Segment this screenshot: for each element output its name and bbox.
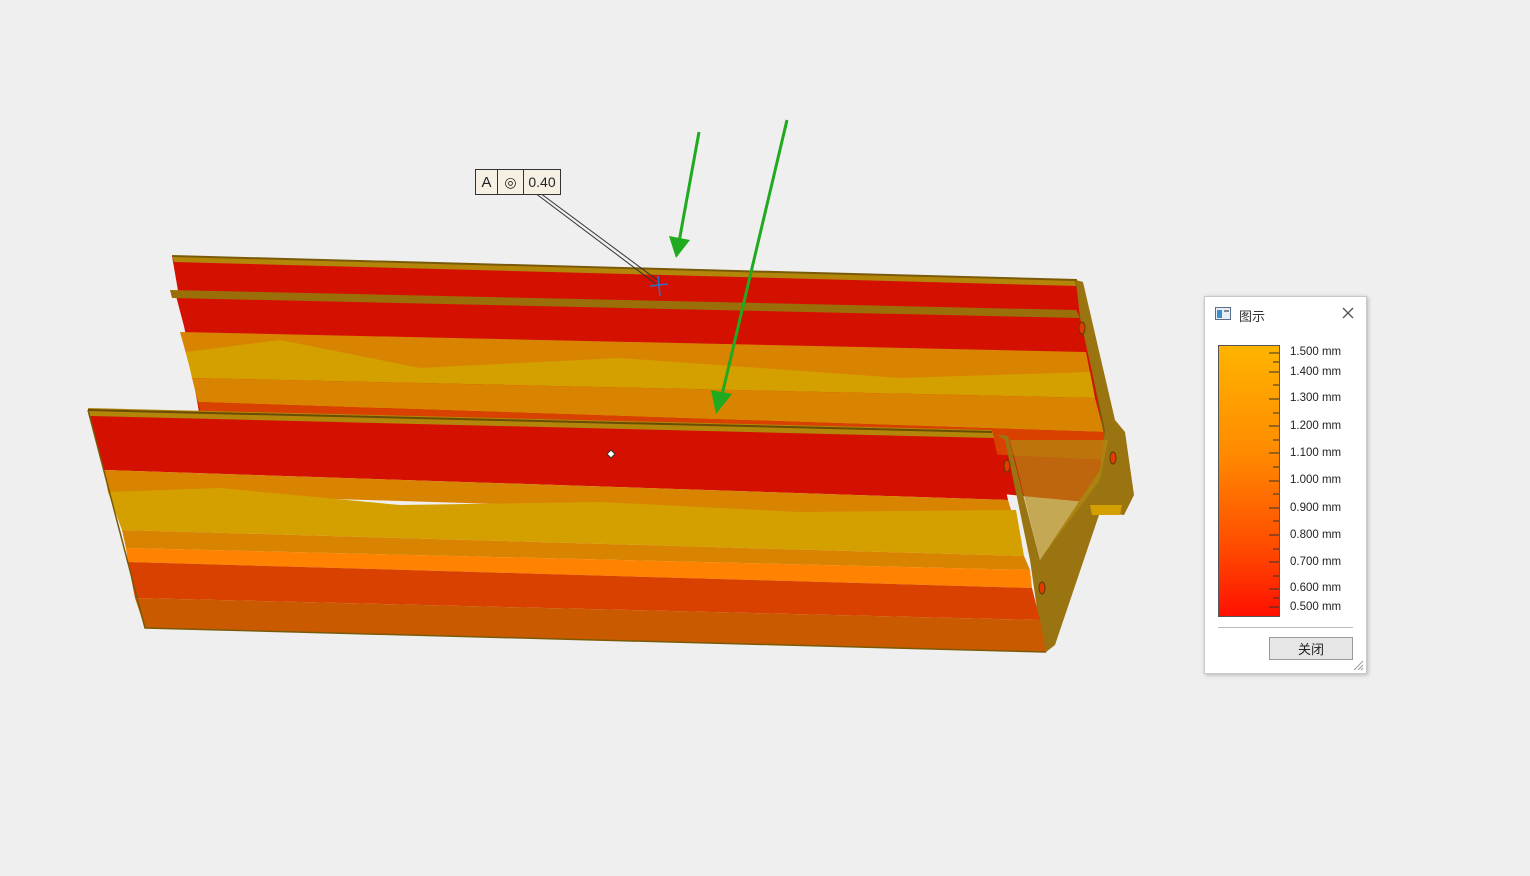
legend-titlebar[interactable]: 图示 bbox=[1205, 297, 1366, 331]
concentricity-icon: ◎ bbox=[498, 170, 524, 194]
legend-label: 1.300 mm bbox=[1290, 392, 1342, 404]
legend-label: 0.800 mm bbox=[1290, 529, 1342, 541]
resize-grip-icon[interactable] bbox=[1353, 660, 1364, 671]
close-icon[interactable] bbox=[1340, 305, 1356, 321]
legend-label: 1.100 mm bbox=[1290, 447, 1342, 459]
legend-label: 0.600 mm bbox=[1290, 582, 1342, 594]
legend-label: 1.400 mm bbox=[1290, 366, 1342, 378]
front-wall bbox=[87, 408, 1047, 653]
feature-control-frame[interactable]: A ◎ 0.40 bbox=[475, 169, 561, 195]
close-button[interactable]: 关闭 bbox=[1269, 637, 1353, 660]
legend-divider bbox=[1218, 627, 1353, 628]
legend-label: 1.200 mm bbox=[1290, 420, 1342, 432]
legend-label: 1.000 mm bbox=[1290, 474, 1342, 486]
legend-label: 1.500 mm bbox=[1290, 346, 1342, 358]
3d-viewport[interactable]: A ◎ 0.40 图示 1.500 mm 1.400 mm 1.300 mm 1… bbox=[0, 0, 1530, 876]
legend-dialog[interactable]: 图示 1.500 mm 1.400 mm 1.300 mm 1.200 mm 1… bbox=[1204, 296, 1367, 674]
legend-label: 0.700 mm bbox=[1290, 556, 1342, 568]
fcf-tolerance: 0.40 bbox=[528, 174, 556, 190]
fcf-datum: A bbox=[476, 170, 498, 194]
legend-window-icon bbox=[1215, 307, 1231, 320]
legend-label: 0.500 mm bbox=[1290, 601, 1342, 613]
legend-title: 图示 bbox=[1239, 309, 1266, 324]
color-scale-ticks bbox=[1269, 352, 1279, 608]
legend-label: 0.900 mm bbox=[1290, 502, 1342, 514]
